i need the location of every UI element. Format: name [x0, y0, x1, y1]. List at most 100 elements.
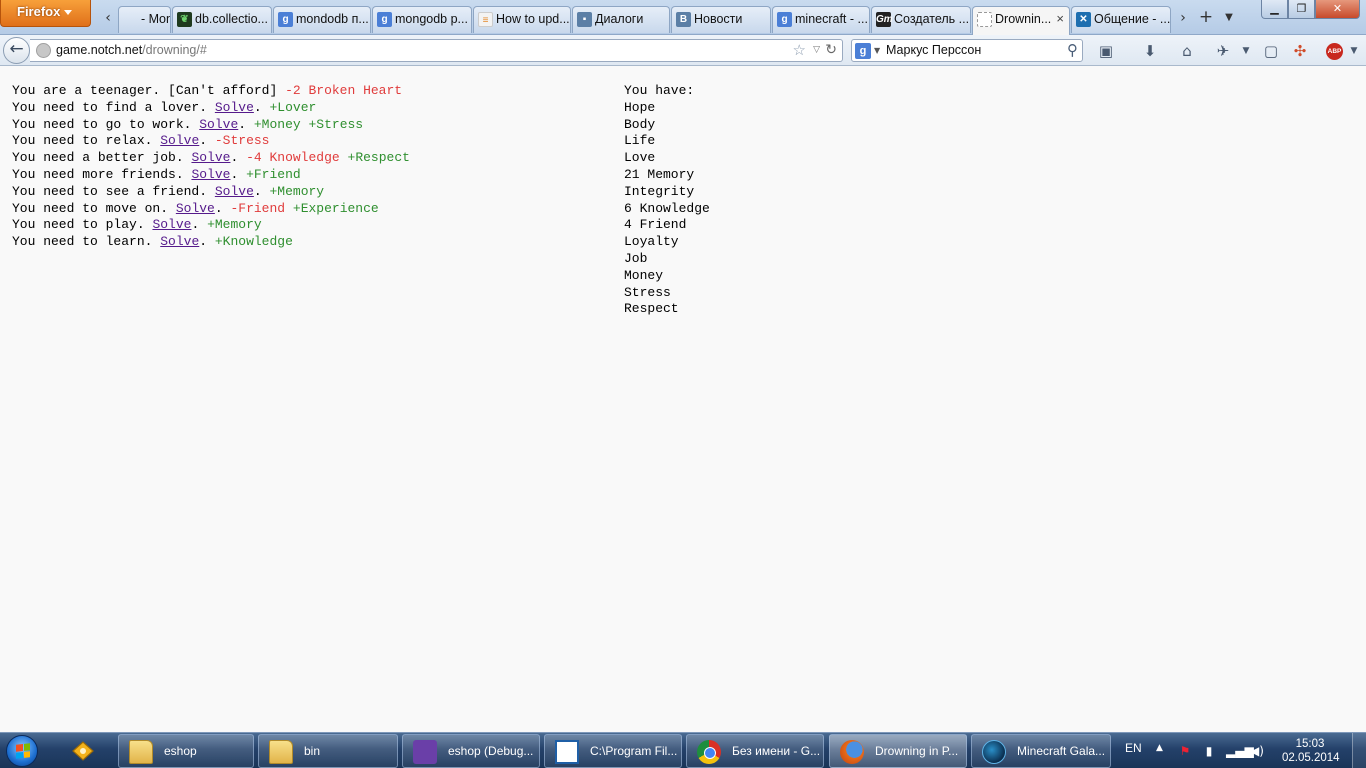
bookmark-star-icon[interactable]: ☆	[793, 41, 806, 59]
task-text: You need to move on.	[12, 200, 169, 216]
solve-link[interactable]: Solve	[160, 234, 199, 249]
home-icon[interactable]: ⌂	[1177, 41, 1197, 61]
screenshot-icon[interactable]: ▢	[1261, 41, 1281, 61]
bookmarks-menu-icon[interactable]: ▣	[1096, 41, 1116, 61]
tab-minecraft-forum[interactable]: ✕ Общение - ...	[1071, 6, 1171, 33]
taskbar-item-chrome[interactable]: Без имени - G...	[686, 734, 824, 768]
tab-title: Диалоги	[595, 12, 644, 26]
taskbar-item-minecraft[interactable]: Minecraft Gala...	[971, 734, 1111, 768]
solve-link[interactable]: Solve	[152, 217, 191, 232]
back-arrow-icon: ←	[9, 39, 24, 59]
history-dropdown-icon[interactable]: ▽	[813, 45, 820, 55]
pinned-app-button[interactable]	[58, 734, 108, 768]
blank-page-icon	[977, 12, 992, 27]
chevron-down-icon	[64, 10, 72, 15]
reload-icon[interactable]: ↻	[825, 42, 837, 58]
windows-orb-icon	[6, 735, 38, 767]
tab-scroll-right-button[interactable]: ›	[1173, 8, 1193, 30]
colorful-extension-icon[interactable]: ✣	[1290, 41, 1310, 61]
tab-dialogs[interactable]: ▪ Диалоги	[572, 6, 670, 33]
close-tab-icon[interactable]: ×	[1056, 7, 1064, 31]
back-button[interactable]: ←	[3, 37, 30, 64]
google-icon[interactable]: g	[855, 43, 871, 59]
taskbar-item-label: eshop	[164, 744, 197, 758]
address-bar[interactable]: game.notch.net/drowning/# ☆ ▽ ↻	[30, 39, 843, 62]
new-tab-button[interactable]: +	[1196, 8, 1216, 28]
positive-effect: +Stress	[308, 116, 364, 132]
taskbar-item-label: Drowning in P...	[875, 744, 959, 758]
start-button[interactable]	[2, 734, 44, 768]
taskbar-item-label: C:\Program Fil...	[590, 744, 678, 758]
taskbar-item-visual-studio[interactable]: eshop (Debug...	[402, 734, 540, 768]
task-text: You need a better job.	[12, 150, 184, 166]
close-window-button[interactable]: ✕	[1315, 0, 1360, 19]
taskbar-item-label: eshop (Debug...	[448, 744, 534, 758]
firefox-menu-button[interactable]: Firefox	[0, 0, 91, 27]
solve-link[interactable]: Solve	[191, 167, 230, 182]
inventory-item: Body	[624, 116, 656, 132]
volume-icon[interactable]: ◀)	[1250, 744, 1264, 758]
clock[interactable]: 15:03 02.05.2014	[1282, 737, 1340, 765]
tab-drowning[interactable]: Drownin... ×	[972, 6, 1070, 35]
tab-list-button[interactable]: ▼	[1220, 8, 1238, 28]
tab-google-minecraft[interactable]: g minecraft - ...	[772, 6, 870, 33]
task-line: You need to see a friend. Solve. +Memory	[12, 183, 325, 199]
inventory-item: 6 Knowledge	[624, 200, 710, 216]
solve-link[interactable]: Solve	[176, 201, 215, 216]
task-text: You need to play.	[12, 217, 145, 233]
search-input[interactable]: Маркус Перссон	[886, 43, 981, 57]
site-identity-icon[interactable]	[36, 43, 51, 58]
taskbar-item-label: bin	[304, 744, 321, 758]
maximize-button[interactable]: ❐	[1288, 0, 1315, 19]
taskbar-item-console[interactable]: C:\Program Fil...	[544, 734, 682, 768]
google-icon: g	[278, 12, 293, 27]
tab-stackoverflow[interactable]: ≡ How to upd...	[473, 6, 571, 33]
positive-effect: +Friend	[246, 166, 301, 182]
positive-effect: +Experience	[292, 200, 379, 216]
tab-mongo[interactable]: - Mong...	[118, 6, 171, 33]
negative-effect: -2 Broken Heart	[285, 83, 403, 98]
tab-google-mongodb[interactable]: g mongodb p...	[372, 6, 472, 33]
chevron-down-icon[interactable]: ▼	[1344, 41, 1364, 61]
inventory-title: You have:	[624, 83, 695, 98]
adblock-plus-icon[interactable]: ABP	[1326, 43, 1343, 60]
tab-scroll-left-button[interactable]: ‹	[98, 8, 118, 30]
action-center-flag-icon[interactable]: ⚑	[1178, 744, 1192, 758]
chrome-icon	[697, 740, 721, 764]
chevron-down-icon[interactable]: ▼	[1236, 41, 1256, 61]
tab-creator[interactable]: Gm Создатель ...	[871, 6, 971, 33]
tab-news[interactable]: В Новости	[671, 6, 771, 33]
taskbar-item-bin-folder[interactable]: bin	[258, 734, 398, 768]
google-icon: g	[777, 12, 792, 27]
solve-link[interactable]: Solve	[160, 133, 199, 148]
network-signal-icon[interactable]: ▂▄▆	[1226, 744, 1254, 758]
downloads-icon[interactable]: ⬇	[1140, 41, 1160, 61]
inventory-item: Hope	[624, 99, 656, 115]
search-bar[interactable]: g ▼ Маркус Перссон ⚲	[851, 39, 1083, 62]
task-line: You need to move on. Solve. -Friend +Exp…	[12, 200, 379, 216]
solve-link[interactable]: Solve	[191, 150, 230, 165]
taskbar-item-eshop-folder[interactable]: eshop	[118, 734, 254, 768]
minimize-button[interactable]: ▁	[1261, 0, 1288, 19]
task-text: You need to relax.	[12, 133, 153, 149]
power-icon[interactable]: ▮	[1202, 744, 1216, 758]
solve-link[interactable]: Solve	[215, 100, 254, 115]
solve-link[interactable]: Solve	[215, 184, 254, 199]
language-indicator[interactable]: EN	[1125, 741, 1142, 755]
gamepad-icon	[72, 741, 94, 761]
visual-studio-icon	[413, 740, 437, 764]
inventory-item: 21 Memory	[624, 166, 695, 182]
chevron-down-icon[interactable]: ▼	[874, 46, 880, 55]
inventory-item: Integrity	[624, 183, 695, 199]
extension-icon[interactable]: ✈	[1213, 41, 1233, 61]
show-hidden-icons-icon[interactable]: ▲	[1156, 743, 1163, 753]
search-icon[interactable]: ⚲	[1067, 41, 1078, 59]
tab-google-mondodb[interactable]: g mondodb п...	[273, 6, 371, 33]
adblock-label: ABP	[1327, 48, 1342, 55]
page-content: You are a teenager. [Can't afford] -2 Br…	[0, 67, 1366, 732]
positive-effect: +Money	[253, 116, 301, 132]
show-desktop-button[interactable]	[1352, 733, 1366, 768]
solve-link[interactable]: Solve	[199, 117, 238, 132]
tab-db-collection[interactable]: ❦ db.collectio...	[172, 6, 272, 33]
taskbar-item-firefox[interactable]: Drowning in P...	[829, 734, 967, 768]
